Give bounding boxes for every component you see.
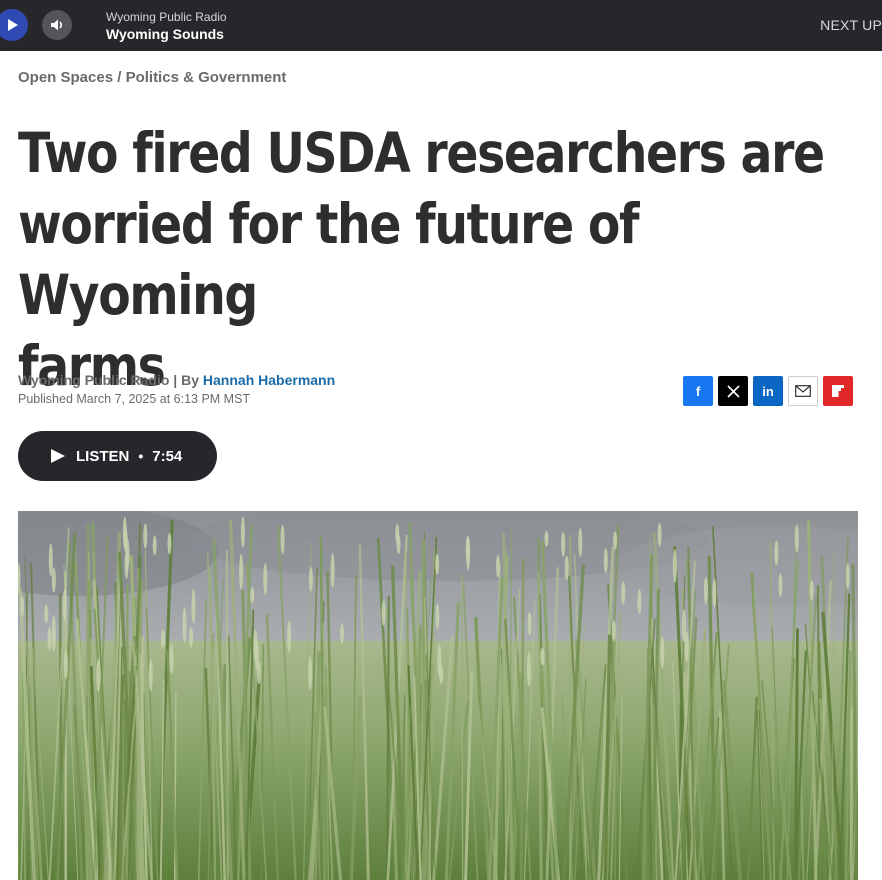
breadcrumb: Open Spaces / Politics & Government bbox=[18, 69, 286, 86]
byline-by: | By bbox=[169, 372, 203, 388]
facebook-icon: f bbox=[695, 383, 701, 399]
player-station-name: Wyoming Public Radio bbox=[106, 10, 227, 24]
listen-label: LISTEN bbox=[76, 447, 130, 465]
author-link[interactable]: Hannah Habermann bbox=[203, 372, 335, 388]
headline-line-2: worried for the future of Wyoming bbox=[18, 192, 640, 327]
listen-separator: • bbox=[138, 448, 144, 464]
share-email-button[interactable] bbox=[788, 376, 818, 406]
play-icon bbox=[51, 449, 65, 463]
listen-button[interactable]: LISTEN • 7:54 bbox=[18, 431, 217, 481]
breadcrumb-open-spaces[interactable]: Open Spaces bbox=[18, 69, 113, 86]
player-program-name[interactable]: Wyoming Sounds bbox=[106, 26, 224, 42]
hero-image-wheat-field bbox=[18, 511, 858, 880]
breadcrumb-separator: / bbox=[113, 69, 126, 86]
share-facebook-button[interactable]: f bbox=[683, 376, 713, 406]
headline-line-3: farms bbox=[18, 334, 166, 398]
play-icon bbox=[8, 19, 18, 31]
mail-icon bbox=[795, 385, 811, 397]
headline-line-1: Two fired USDA researchers are bbox=[18, 121, 825, 185]
share-linkedin-button[interactable]: in bbox=[753, 376, 783, 406]
audio-player-bar: Wyoming Public Radio Wyoming Sounds NEXT… bbox=[0, 0, 882, 51]
player-play-button[interactable] bbox=[0, 9, 28, 41]
share-x-button[interactable] bbox=[718, 376, 748, 406]
byline-source: Wyoming Public Radio bbox=[18, 372, 170, 388]
next-up-button[interactable]: NEXT UP bbox=[820, 17, 882, 33]
publish-date: Published March 7, 2025 at 6:13 PM MST bbox=[18, 392, 251, 406]
player-volume-button[interactable] bbox=[42, 10, 72, 40]
listen-duration: 7:54 bbox=[152, 447, 183, 465]
volume-icon bbox=[51, 19, 63, 31]
article-headline: Two fired USDA researchers are worried f… bbox=[18, 118, 861, 402]
byline: Wyoming Public Radio | By Hannah Haberma… bbox=[18, 372, 335, 388]
linkedin-icon: in bbox=[762, 383, 774, 399]
x-logo-icon bbox=[726, 384, 740, 398]
breadcrumb-politics-government[interactable]: Politics & Government bbox=[126, 69, 287, 86]
share-flipboard-button[interactable] bbox=[823, 376, 853, 406]
flipboard-icon bbox=[832, 385, 844, 397]
